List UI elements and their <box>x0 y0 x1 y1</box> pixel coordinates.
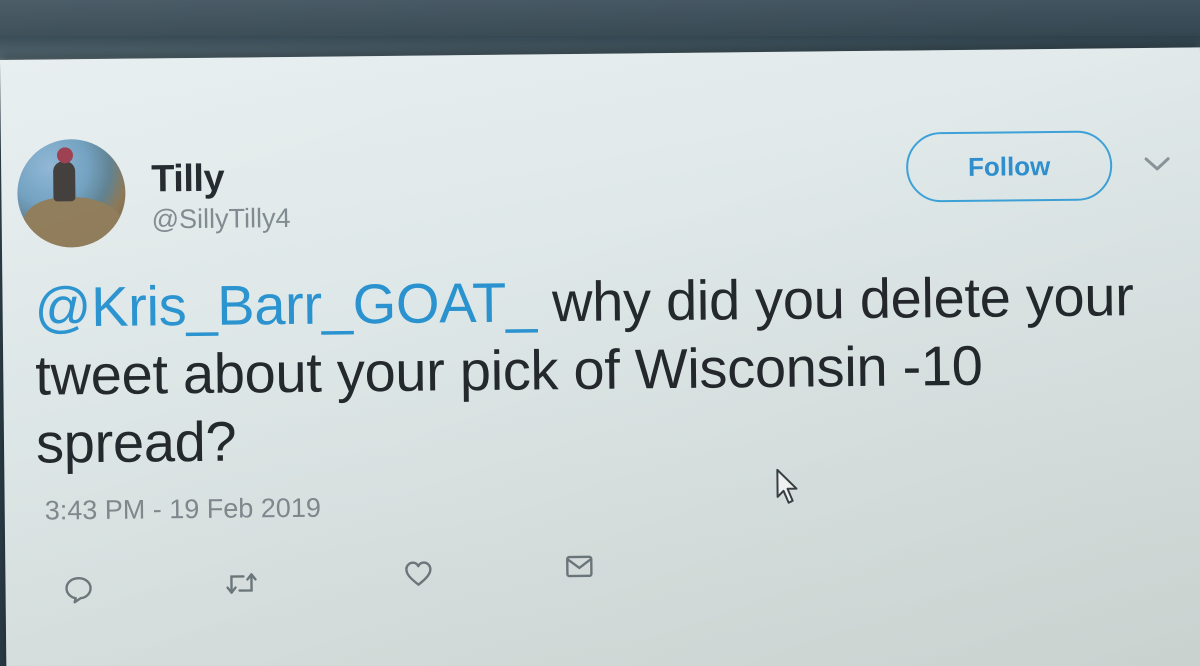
avatar-rock <box>23 196 125 248</box>
tweet-card: Tilly @SillyTilly4 Follow @Kris_Barr_GOA… <box>0 47 1200 666</box>
avatar-person <box>53 161 76 202</box>
mention-link[interactable]: @Kris_Barr_GOAT_ <box>34 270 537 338</box>
retweet-icon <box>226 573 257 594</box>
tweet-text: @Kris_Barr_GOAT_ why did you delete your… <box>34 262 1156 478</box>
envelope-icon <box>566 555 593 578</box>
reply-icon <box>65 577 92 604</box>
avatar[interactable] <box>16 138 126 248</box>
tweet-timestamp[interactable]: 3:43 PM - 19 Feb 2019 <box>45 493 321 527</box>
chevron-down-icon[interactable] <box>1142 154 1172 174</box>
avatar-head <box>56 147 74 164</box>
mouse-pointer-icon <box>776 468 798 504</box>
reply-button[interactable] <box>60 571 96 607</box>
like-button[interactable] <box>400 555 436 591</box>
retweet-button[interactable] <box>223 565 259 601</box>
monitor-bezel-top <box>0 0 1200 40</box>
user-handle[interactable]: @SillyTilly4 <box>152 203 291 235</box>
display-name[interactable]: Tilly <box>151 158 224 202</box>
follow-button[interactable]: Follow <box>905 130 1113 203</box>
heart-icon <box>405 561 432 586</box>
photo-of-screen: Tilly @SillyTilly4 Follow @Kris_Barr_GOA… <box>0 0 1200 666</box>
direct-message-button[interactable] <box>561 548 597 584</box>
